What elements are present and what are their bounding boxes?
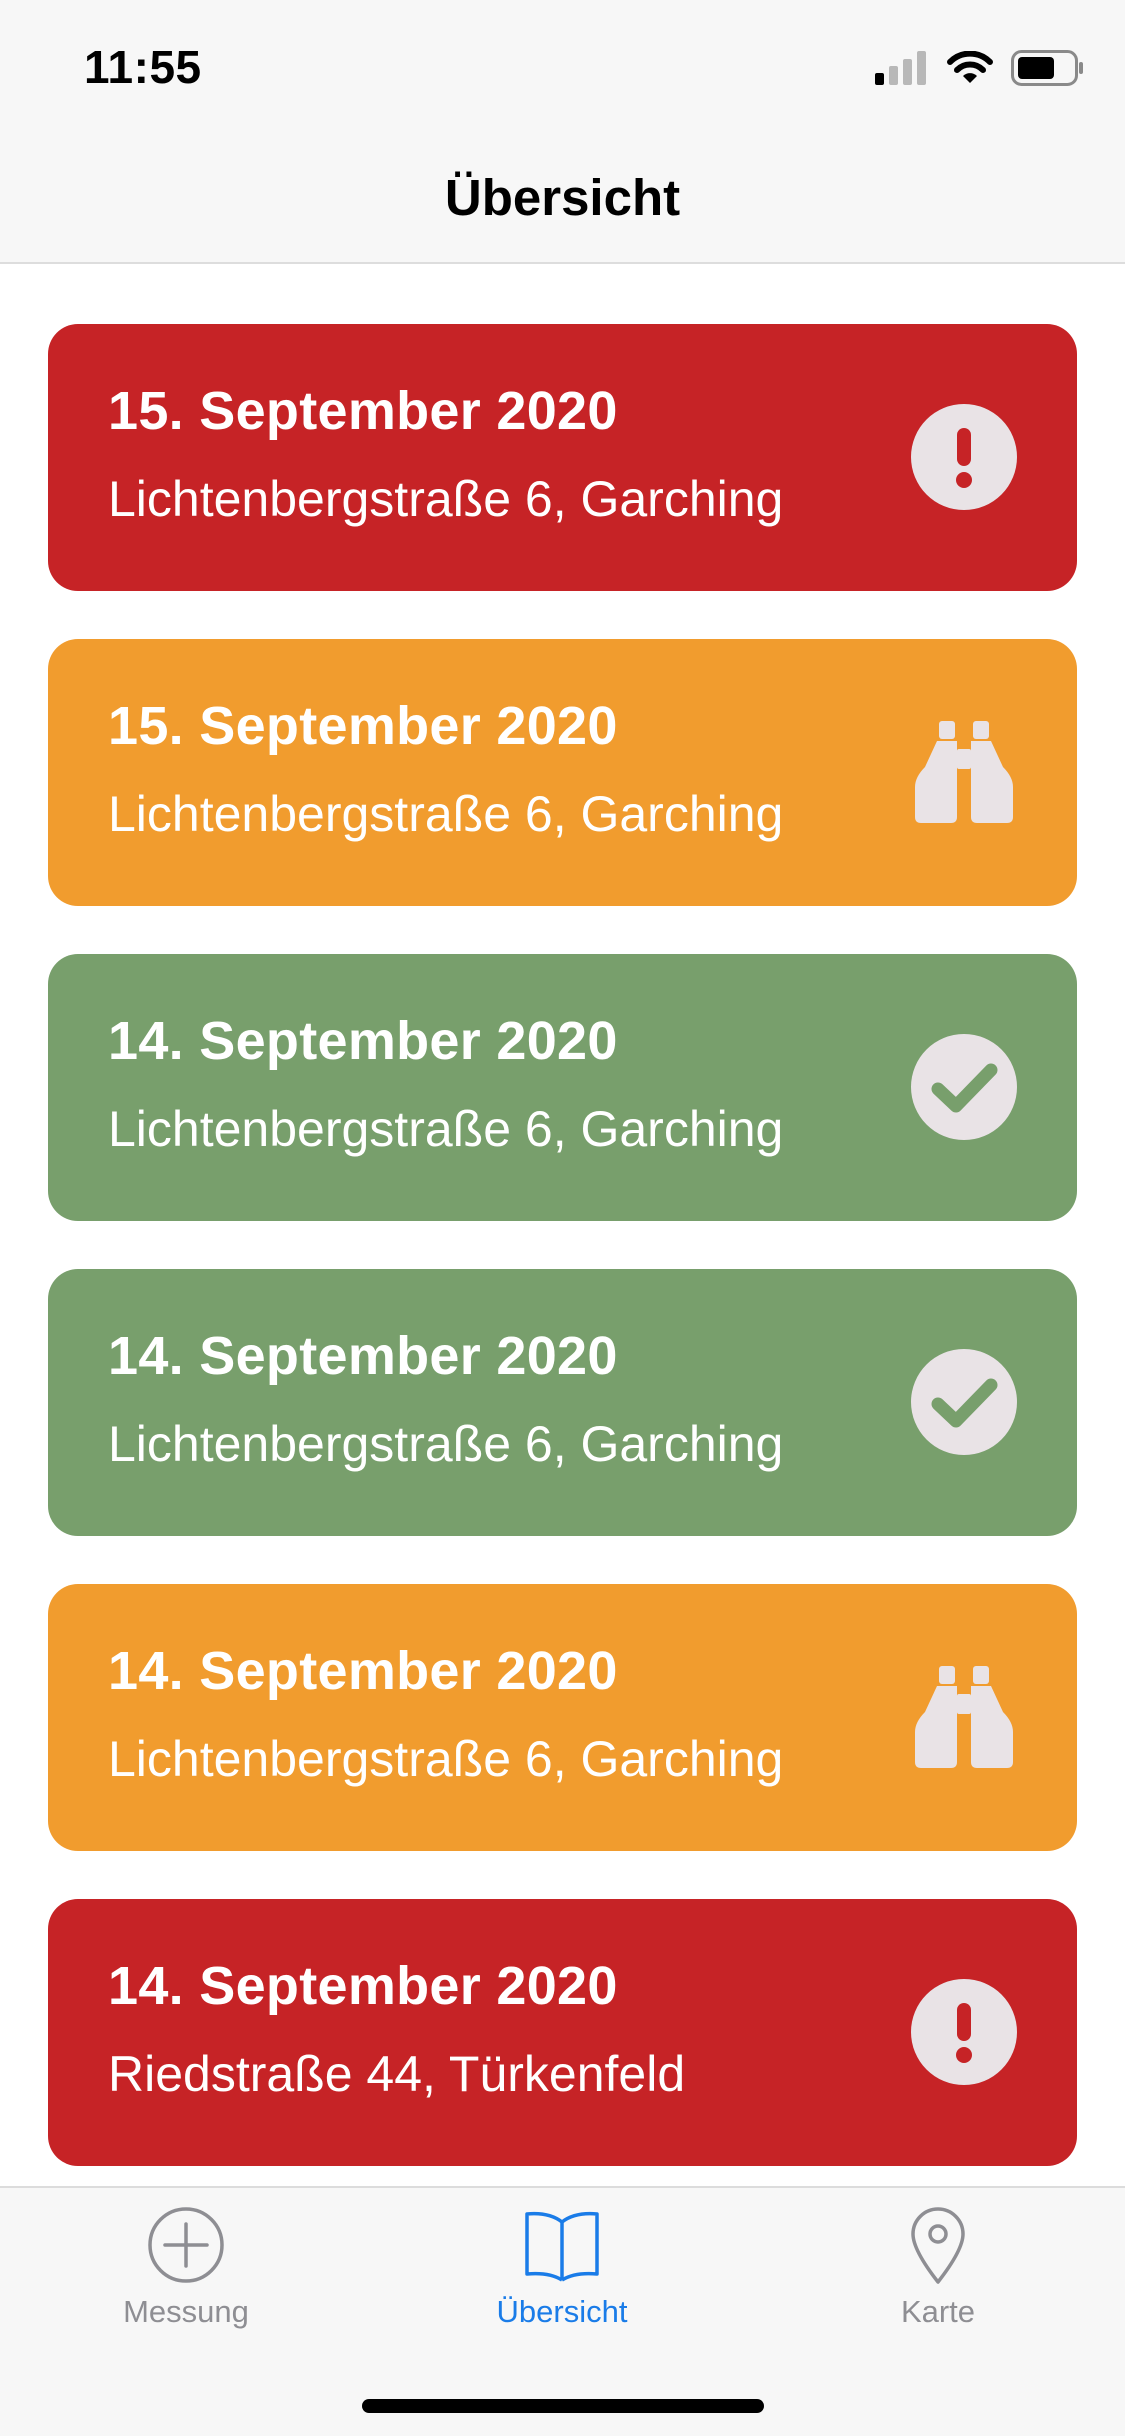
measurement-list: 15. September 2020 Lichtenbergstraße 6, … — [48, 324, 1077, 2214]
entry-date: 14. September 2020 — [108, 1011, 618, 1071]
entry-card[interactable]: 14. September 2020 Riedstraße 44, Türken… — [48, 1899, 1077, 2166]
signal-icon — [875, 50, 929, 90]
entry-address: Riedstraße 44, Türkenfeld — [108, 2046, 686, 2102]
entry-card[interactable]: 14. September 2020 Lichtenbergstraße 6, … — [48, 1584, 1077, 1851]
checkmark-icon — [911, 1349, 1017, 1455]
tab-bar: Messung Übersicht Karte — [0, 2186, 1125, 2436]
entry-date: 14. September 2020 — [108, 1326, 618, 1386]
home-indicator[interactable] — [362, 2399, 764, 2413]
checkmark-icon — [911, 1034, 1017, 1140]
tab-messung[interactable]: Messung — [36, 2204, 336, 2354]
entry-card[interactable]: 15. September 2020 Lichtenbergstraße 6, … — [48, 639, 1077, 906]
entry-address: Lichtenbergstraße 6, Garching — [108, 1416, 784, 1472]
navigation-bar: Übersicht — [0, 132, 1125, 264]
status-icons — [875, 49, 1085, 91]
entry-address: Lichtenbergstraße 6, Garching — [108, 1731, 784, 1787]
plus-circle-icon — [148, 2207, 224, 2283]
book-icon — [525, 2211, 599, 2282]
entry-date: 14. September 2020 — [108, 1641, 618, 1701]
binoculars-icon — [915, 1666, 1013, 1768]
map-pin-icon — [911, 2207, 965, 2284]
binoculars-icon — [915, 721, 1013, 823]
tab-uebersicht[interactable]: Übersicht — [412, 2204, 712, 2354]
wifi-icon — [947, 50, 993, 90]
status-bar: 11:55 — [0, 0, 1125, 132]
battery-icon — [1011, 49, 1085, 91]
entry-card[interactable]: 14. September 2020 Lichtenbergstraße 6, … — [48, 954, 1077, 1221]
tab-label: Übersicht — [496, 2294, 628, 2329]
exclamation-icon — [911, 1979, 1017, 2085]
exclamation-icon — [911, 404, 1017, 510]
entry-date: 14. September 2020 — [108, 1956, 618, 2016]
entry-address: Lichtenbergstraße 6, Garching — [108, 786, 784, 842]
entry-date: 15. September 2020 — [108, 696, 618, 756]
entry-address: Lichtenbergstraße 6, Garching — [108, 471, 784, 527]
entry-date: 15. September 2020 — [108, 381, 618, 441]
tab-label: Karte — [900, 2294, 976, 2329]
entry-card[interactable]: 15. September 2020 Lichtenbergstraße 6, … — [48, 324, 1077, 591]
entry-card[interactable]: 14. September 2020 Lichtenbergstraße 6, … — [48, 1269, 1077, 1536]
tab-label: Messung — [123, 2294, 249, 2329]
entry-address: Lichtenbergstraße 6, Garching — [108, 1101, 784, 1157]
status-time: 11:55 — [84, 41, 202, 93]
tab-karte[interactable]: Karte — [788, 2204, 1088, 2354]
page-title: Übersicht — [444, 169, 681, 226]
